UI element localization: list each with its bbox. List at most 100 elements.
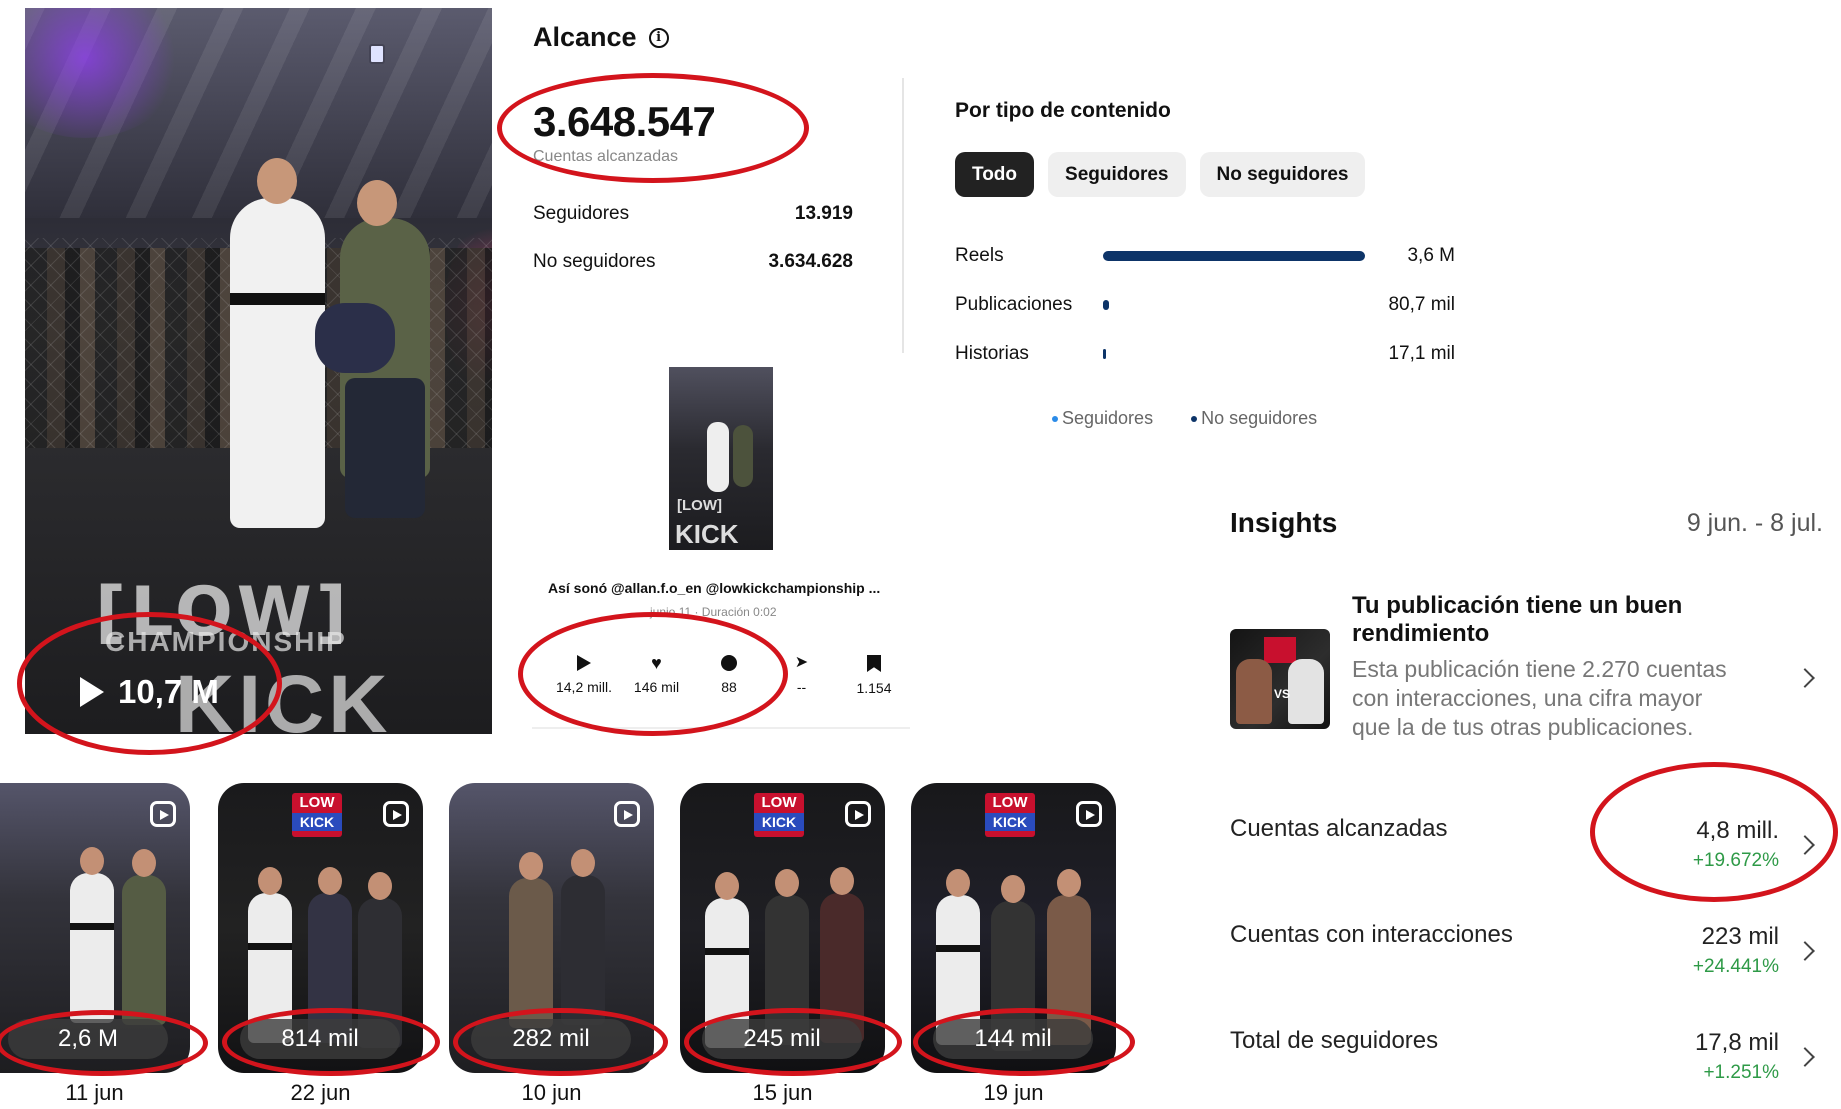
reel-views-pill: 282 mil	[471, 1019, 631, 1059]
content-row-value: 17,1 mil	[1388, 343, 1455, 364]
content-bar-track	[1103, 349, 1365, 359]
metric-delta: +19.672%	[1692, 850, 1779, 871]
reel-views-pill: 2,6 M	[8, 1019, 168, 1059]
kick-pad	[315, 303, 395, 373]
reel-icon	[150, 801, 176, 827]
heart-icon: ♥	[651, 653, 662, 673]
chevron-right-icon[interactable]	[1795, 668, 1815, 688]
reel-date: 10 jun	[521, 1080, 582, 1105]
content-row-reels: Reels 3,6 M	[955, 241, 1455, 271]
content-row-label: Publicaciones	[955, 294, 1073, 315]
main-video-views-value: 10,7 M	[118, 673, 219, 710]
alcance-title: Alcance	[533, 22, 637, 52]
content-bar	[1103, 349, 1106, 359]
legend-item-seguidores: Seguidores	[1052, 408, 1153, 429]
content-type-tabs: Todo Seguidores No seguidores	[955, 152, 1366, 197]
play-icon	[80, 677, 104, 707]
post-stat-comments: 88	[693, 655, 765, 696]
reel-thumbnail[interactable]: LOW KICK 144 mil	[911, 783, 1116, 1073]
alcance-row-seguidores: Seguidores 13.919	[533, 203, 853, 225]
metric-delta: +24.441%	[1692, 956, 1779, 977]
alcance-row-no-seguidores: No seguidores 3.634.628	[533, 251, 853, 273]
reel-thumbnail[interactable]: 282 mil	[449, 783, 654, 1073]
post-stat-likes: ♥ 146 mil	[621, 653, 693, 696]
insights-date-range[interactable]: 9 jun. - 8 jul.	[1687, 509, 1823, 538]
performance-post-thumbnail[interactable]: VS	[1230, 629, 1330, 729]
content-row-label: Historias	[955, 343, 1029, 364]
tab-no-seguidores[interactable]: No seguidores	[1199, 152, 1366, 197]
reel-views-pill: 245 mil	[702, 1019, 862, 1059]
insights-title: Insights	[1230, 507, 1338, 538]
alcance-row-label: Seguidores	[533, 203, 630, 224]
brand-logo: LOW KICK	[754, 793, 804, 837]
post-thumbnail[interactable]: [LOW] KICK	[669, 367, 773, 550]
reel-thumbnail[interactable]: LOW KICK 814 mil	[218, 783, 423, 1073]
reel-icon	[845, 801, 871, 827]
reel-icon	[1076, 801, 1102, 827]
post-stat-value: 146 mil	[633, 679, 680, 695]
alcance-total: 3.648.547	[533, 98, 716, 145]
fighter-head	[357, 180, 397, 226]
alcance-row-value: 3.634.628	[768, 251, 853, 272]
post-stat-value: 1.154	[856, 680, 892, 696]
alcance-total-label: Cuentas alcanzadas	[533, 148, 678, 165]
fighter-head	[257, 158, 297, 204]
metric-value: 17,8 mil	[1694, 1029, 1779, 1056]
content-type-title: Por tipo de contenido	[955, 99, 1171, 122]
chevron-right-icon[interactable]	[1795, 1047, 1815, 1067]
play-icon	[577, 655, 591, 671]
divider	[902, 78, 904, 353]
tab-todo[interactable]: Todo	[955, 152, 1035, 197]
reel-icon	[614, 801, 640, 827]
content-legend: Seguidores No seguidores	[1052, 408, 1317, 429]
info-icon[interactable]: i	[648, 27, 669, 48]
alcance-row-label: No seguidores	[533, 251, 656, 272]
reel-thumbnail[interactable]: 2,6 M	[0, 783, 190, 1073]
main-video-views: 10,7 M	[80, 673, 219, 711]
content-bar-track	[1103, 300, 1365, 310]
reel-date: 11 jun	[65, 1080, 124, 1105]
performance-description: Esta publicación tiene 2.270 cuentas con…	[1352, 656, 1727, 740]
metric-delta: +1.251%	[1703, 1062, 1779, 1083]
post-stat-value: --	[796, 679, 807, 695]
reel-thumbnail[interactable]: LOW KICK 245 mil	[680, 783, 885, 1073]
post-stat-plays: 14,2 mill.	[548, 655, 620, 696]
post-stat-shares: ➤ --	[766, 655, 838, 696]
divider	[532, 727, 910, 729]
metric-label-cuentas-con-interacciones[interactable]: Cuentas con interacciones	[1230, 921, 1513, 949]
chevron-right-icon[interactable]	[1795, 835, 1815, 855]
reel-views-pill: 814 mil	[240, 1019, 400, 1059]
metric-value: 223 mil	[1701, 923, 1779, 950]
send-icon: ➤	[794, 654, 809, 671]
reel-views-pill: 144 mil	[933, 1019, 1093, 1059]
content-row-publicaciones: Publicaciones 80,7 mil	[955, 290, 1455, 320]
reel-date: 22 jun	[290, 1080, 351, 1105]
bookmark-icon	[867, 655, 881, 672]
camera-icon	[369, 44, 385, 64]
fighter-karate	[230, 198, 325, 528]
alcance-row-value: 13.919	[794, 203, 853, 224]
post-caption: Así sonó @allan.f.o_en @lowkickchampions…	[548, 580, 881, 596]
metric-label-total-de-seguidores[interactable]: Total de seguidores	[1230, 1027, 1438, 1055]
content-row-historias: Historias 17,1 mil	[955, 339, 1455, 369]
metric-value: 4,8 mill.	[1696, 817, 1779, 844]
content-bar	[1103, 300, 1109, 310]
content-bar-track	[1103, 251, 1365, 261]
chevron-right-icon[interactable]	[1795, 941, 1815, 961]
main-video-preview[interactable]: [LOW] CHAMPIONSHIP KICK 10,7 M	[25, 8, 492, 734]
content-row-value: 3,6 M	[1407, 245, 1455, 266]
brand-logo: LOW KICK	[292, 793, 342, 837]
post-stat-value: 88	[721, 679, 737, 695]
metric-label-cuentas-alcanzadas[interactable]: Cuentas alcanzadas	[1230, 815, 1447, 843]
alcance-heading: Alcance i	[533, 22, 669, 53]
reel-icon	[383, 801, 409, 827]
tab-seguidores[interactable]: Seguidores	[1048, 152, 1186, 197]
reel-date: 15 jun	[752, 1080, 813, 1105]
post-stat-saves: 1.154	[838, 655, 910, 696]
post-date: junio 11 · Duración 0:02	[650, 605, 777, 619]
content-bar	[1103, 251, 1365, 261]
comment-icon	[721, 655, 737, 671]
legend-item-no-seguidores: No seguidores	[1191, 408, 1317, 429]
post-stat-value: 14,2 mill.	[555, 679, 613, 695]
performance-title[interactable]: Tu publicación tiene un buen rendimiento	[1352, 592, 1732, 648]
